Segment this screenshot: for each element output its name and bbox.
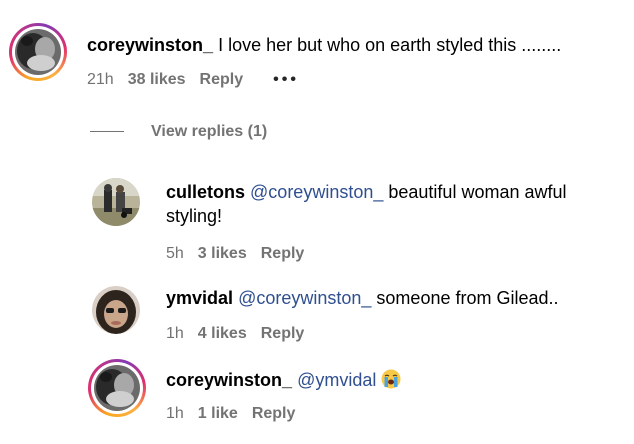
avatar-story-ring[interactable] <box>88 359 146 417</box>
likes-count[interactable]: 4 likes <box>198 325 247 342</box>
reply-button[interactable]: Reply <box>261 245 305 262</box>
comment-meta: 1h 4 likes Reply <box>166 324 318 344</box>
avatar[interactable] <box>92 178 140 226</box>
likes-count[interactable]: 38 likes <box>128 71 186 88</box>
username-link[interactable]: coreywinston_ <box>87 35 213 55</box>
comment-meta: 21h 38 likes Reply ••• <box>87 70 313 90</box>
avatar[interactable] <box>92 286 140 334</box>
reply-button[interactable]: Reply <box>200 71 244 88</box>
comment-coreywinston: coreywinston_ I love her but who on eart… <box>0 0 634 110</box>
comment-text-continued: styling! <box>166 204 222 228</box>
likes-count[interactable]: 1 like <box>198 405 238 422</box>
reply-button[interactable]: Reply <box>261 325 305 342</box>
username-link[interactable]: ymvidal <box>166 288 233 308</box>
loudly-crying-face-icon <box>381 369 401 389</box>
comment-text: culletons @coreywinston_ beautiful woman… <box>166 180 567 204</box>
timestamp[interactable]: 1h <box>166 405 184 422</box>
view-replies-label: View replies (1) <box>151 123 268 140</box>
username-link[interactable]: culletons <box>166 182 245 202</box>
comment-body: styling! <box>166 206 223 226</box>
avatar <box>94 365 140 411</box>
comment-body: someone from Gilead.. <box>376 288 559 308</box>
mention-link[interactable]: @ymvidal <box>297 370 376 390</box>
reply-button[interactable]: Reply <box>252 405 296 422</box>
comment-meta: 5h 3 likes Reply <box>166 244 318 264</box>
username-link[interactable]: coreywinston_ <box>166 370 292 390</box>
comment-meta: 1h 1 like Reply <box>166 404 309 424</box>
reply-coreywinston: coreywinston_ @ymvidal 1h 1 like Reply <box>0 356 634 436</box>
reply-culletons: culletons @coreywinston_ beautiful woman… <box>0 170 634 270</box>
more-options-icon[interactable]: ••• <box>273 71 299 88</box>
comment-text: coreywinston_ I love her but who on eart… <box>87 33 561 57</box>
likes-count[interactable]: 3 likes <box>198 245 247 262</box>
timestamp[interactable]: 5h <box>166 245 184 262</box>
replies-divider <box>90 131 124 132</box>
avatar <box>15 29 61 75</box>
timestamp[interactable]: 21h <box>87 71 114 88</box>
comment-body: I love her but who on earth styled this … <box>218 35 562 55</box>
comment-text: coreywinston_ @ymvidal <box>166 368 401 392</box>
mention-link[interactable]: @coreywinston_ <box>238 288 371 308</box>
timestamp[interactable]: 1h <box>166 325 184 342</box>
avatar-story-ring[interactable] <box>9 23 67 81</box>
mention-link[interactable]: @coreywinston_ <box>250 182 383 202</box>
comment-text: ymvidal @coreywinston_ someone from Gile… <box>166 286 559 310</box>
comment-body: beautiful woman awful <box>388 182 567 202</box>
reply-ymvidal: ymvidal @coreywinston_ someone from Gile… <box>0 280 634 350</box>
